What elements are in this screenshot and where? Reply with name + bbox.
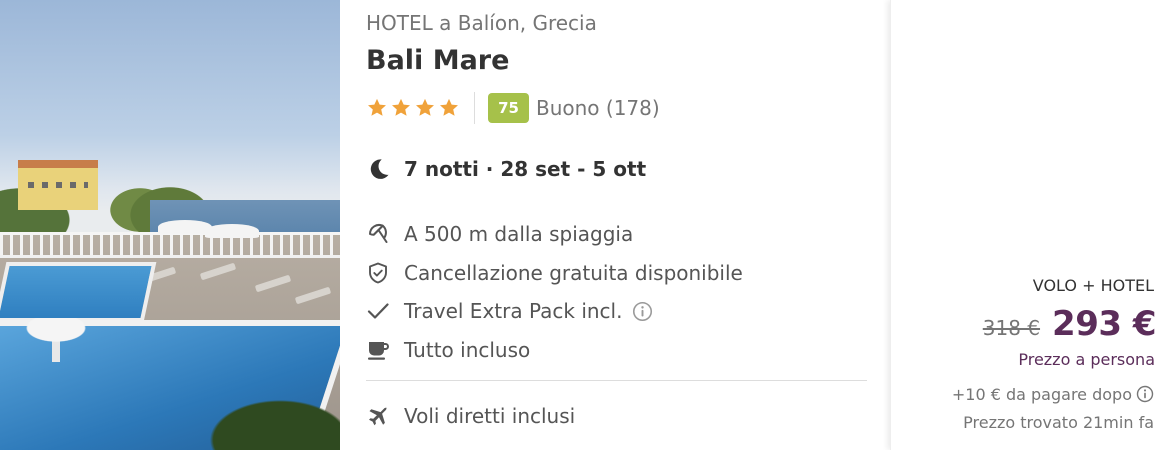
feature-label: Tutto incluso <box>404 337 531 362</box>
extra-fee: +10 € da pagare dopo <box>952 382 1154 406</box>
hotel-photo[interactable] <box>0 0 340 450</box>
photo-building <box>18 160 98 210</box>
moon-icon <box>370 159 389 179</box>
info-icon[interactable] <box>1136 385 1154 403</box>
star-icon <box>368 98 386 116</box>
feature-label: Cancellazione gratuita disponibile <box>404 260 743 285</box>
coffee-cup-icon <box>368 341 389 360</box>
photo-palm <box>200 370 340 450</box>
stay-summary: 7 notti · 28 set - 5 ott <box>404 157 647 181</box>
photo-umbrella <box>205 224 259 238</box>
airplane-icon <box>369 407 387 426</box>
rating-row: 75 Buono (178) <box>366 91 660 125</box>
feature-item: Tutto incluso <box>366 331 867 370</box>
feature-item: Cancellazione gratuita disponibile <box>366 254 867 293</box>
score-badge: 75 <box>488 93 529 123</box>
price-panel[interactable]: VOLO + HOTEL 318 € 293 € Prezzo a person… <box>890 0 1174 450</box>
star-icon <box>440 98 458 116</box>
hotel-info: HOTEL a Balíon, Grecia Bali Mare 75 Buon… <box>366 0 867 450</box>
price-line: 318 € 293 € <box>982 304 1157 348</box>
shield-check-icon <box>369 262 387 284</box>
checkmark-icon <box>367 303 389 319</box>
photo-umbrella <box>158 220 212 234</box>
rating-divider <box>474 92 475 124</box>
info-icon[interactable] <box>632 301 653 322</box>
feature-list: A 500 m dalla spiaggia Cancellazione gra… <box>366 215 867 369</box>
hotel-name[interactable]: Bali Mare <box>366 45 509 76</box>
feature-item: Travel Extra Pack incl. <box>366 292 867 331</box>
price-found-time: Prezzo trovato 21min fa <box>963 413 1154 432</box>
feature-label: Travel Extra Pack incl. <box>404 299 623 324</box>
flights-label: Voli diretti inclusi <box>404 404 576 428</box>
extra-fee-label: +10 € da pagare dopo <box>951 384 1132 404</box>
feature-item: A 500 m dalla spiaggia <box>366 215 867 254</box>
price-per-person-label: Prezzo a persona <box>1018 350 1155 369</box>
stay-row: 7 notti · 28 set - 5 ott <box>366 154 646 184</box>
star-icon <box>392 98 410 116</box>
star-icon <box>416 98 434 116</box>
divider <box>366 380 867 381</box>
photo-railing <box>0 232 340 258</box>
flights-row: Voli diretti inclusi <box>366 400 575 432</box>
score-label[interactable]: Buono (178) <box>536 96 660 120</box>
feature-label: A 500 m dalla spiaggia <box>404 222 634 247</box>
photo-fountain <box>26 318 86 362</box>
photo-pool-upper <box>0 262 157 322</box>
star-rating <box>366 97 460 119</box>
hotel-location: HOTEL a Balíon, Grecia <box>366 11 597 35</box>
package-type: VOLO + HOTEL <box>1032 276 1154 295</box>
current-price: 293 € <box>1052 304 1156 344</box>
old-price: 318 € <box>982 316 1041 340</box>
beach-umbrella-icon <box>369 224 388 244</box>
